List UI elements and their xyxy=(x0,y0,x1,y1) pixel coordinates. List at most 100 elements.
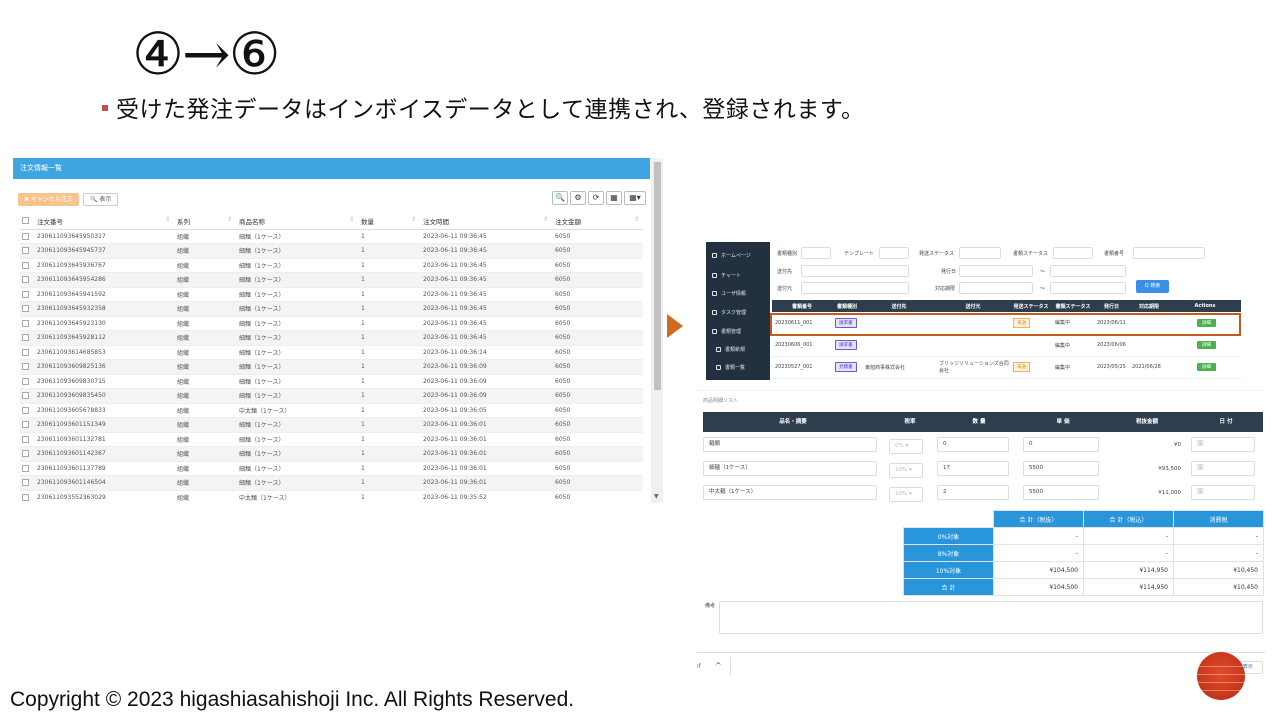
table-row[interactable]: 230611093645941592 組織 細麺（1ケース） 1 2023-06-11 … xyxy=(20,287,643,302)
issue-date-to[interactable] xyxy=(1050,265,1126,277)
price-input[interactable]: 0 xyxy=(1023,437,1099,452)
scroll-down-icon[interactable]: ▼ xyxy=(654,493,659,500)
sidebar-item-home[interactable]: ホームページ xyxy=(712,252,751,259)
table-row[interactable]: 230611093645928112 組織 細麺（1ケース） 1 2023-06-11 … xyxy=(20,330,643,346)
qty-input[interactable]: 17 xyxy=(937,461,1009,476)
item-name-input[interactable]: 細麺（1ケース） xyxy=(703,461,877,476)
table-cell: 組織 xyxy=(174,229,236,244)
table-row[interactable]: 230611093601146504 組織 細麺（1ケース） 1 2023-06-11 … xyxy=(20,475,643,491)
template-select[interactable] xyxy=(879,247,909,259)
row-checkbox[interactable] xyxy=(20,446,34,462)
table-row[interactable]: 230611093645954286 組織 細麺（1ケース） 1 2023-06-11 … xyxy=(20,272,643,288)
sidebar-item-new-doc[interactable]: 書類新規 xyxy=(716,346,745,353)
qty-input[interactable]: 0 xyxy=(937,437,1009,452)
sidebar-item-doc-list[interactable]: 書類一覧 xyxy=(716,364,745,371)
row-checkbox[interactable] xyxy=(20,490,34,503)
table-row[interactable]: 230611093601151349 組織 細麺（1ケース） 1 2023-06-11 … xyxy=(20,417,643,433)
chevron-up-icon[interactable]: ^ xyxy=(715,661,722,670)
item-name-input[interactable]: 中太麺（1ケース） xyxy=(703,485,877,500)
refresh-icon[interactable]: ⟳ xyxy=(588,191,604,205)
sidebar-item-docs[interactable]: 書類管理 xyxy=(712,328,741,335)
table-row[interactable]: 230611093601137789 組織 細麺（1ケース） 1 2023-06-11 … xyxy=(20,461,643,476)
row-checkbox[interactable] xyxy=(20,475,34,491)
row-checkbox[interactable] xyxy=(20,374,34,389)
row-checkbox[interactable] xyxy=(20,229,34,244)
row-checkbox[interactable] xyxy=(20,417,34,433)
sidebar-item-task[interactable]: タスク管理 xyxy=(712,309,746,316)
tax-rate-select[interactable]: 10% ▾ xyxy=(889,463,923,478)
detail-button[interactable]: 詳細 xyxy=(1197,363,1216,371)
price-input[interactable]: 5500 xyxy=(1023,461,1099,476)
table-row[interactable]: 230611093552363029 組織 中太麺（1ケース） 1 2023-06-11… xyxy=(20,490,643,503)
sidebar-item-chart[interactable]: チャート xyxy=(712,272,741,279)
table-row[interactable]: 230611093601132781 組織 細麺（1ケース） 1 2023-06-11 … xyxy=(20,432,643,447)
row-checkbox[interactable] xyxy=(20,287,34,302)
row-checkbox[interactable] xyxy=(20,388,34,404)
send-status-select[interactable] xyxy=(959,247,1001,259)
col-time[interactable]: 注文時間 ⇕ xyxy=(420,213,552,230)
order-toolbar: ✖ キャンセル注文 🔍 表示 xyxy=(18,193,119,206)
row-checkbox[interactable] xyxy=(20,345,34,360)
doc-status: 編集中 xyxy=(1052,334,1094,357)
row-checkbox[interactable] xyxy=(20,258,34,273)
col-qty[interactable]: 数量 ⇕ xyxy=(358,213,420,230)
row-checkbox[interactable] xyxy=(20,301,34,317)
detail-button[interactable]: 詳細 xyxy=(1197,341,1216,349)
table-row[interactable]: 230611093645945737 組織 細麺（1ケース） 1 2023-06-11 … xyxy=(20,243,643,259)
from-input[interactable] xyxy=(801,282,909,294)
table-row[interactable]: 230611093609835450 組織 細麺（1ケース） 1 2023-06-11 … xyxy=(20,388,643,404)
col-series[interactable]: 系列 ⇕ xyxy=(174,213,236,230)
item-name-input[interactable]: 麺類 xyxy=(703,437,877,452)
date-input[interactable]: 🗓 xyxy=(1191,461,1255,476)
row-checkbox[interactable] xyxy=(20,330,34,346)
row-checkbox[interactable] xyxy=(20,432,34,447)
table-row[interactable]: 230611093601142367 組織 細麺（1ケース） 1 2023-06-11 … xyxy=(20,446,643,462)
document-row[interactable]: 20230527_001 見積書 東旭商事株式会社 ブリッジソリューションズ合同会社未… xyxy=(772,356,1241,379)
search-icon[interactable]: 🔍 xyxy=(552,191,568,205)
row-checkbox[interactable] xyxy=(20,359,34,375)
table-cell: 2023-06-11 09:36:45 xyxy=(420,272,552,288)
row-checkbox[interactable] xyxy=(20,461,34,476)
tax-rate-select[interactable]: 0% ▾ xyxy=(889,439,923,454)
col-product[interactable]: 商品名称 ⇕ xyxy=(236,213,358,230)
doc-type-select[interactable] xyxy=(801,247,831,259)
table-row[interactable]: 230611093605678833 組織 中太麺（1ケース） 1 2023-06-11… xyxy=(20,403,643,418)
order-scrollbar-thumb[interactable] xyxy=(654,162,661,390)
cancel-order-button[interactable]: ✖ キャンセル注文 xyxy=(18,193,79,206)
columns-icon[interactable]: ▦ xyxy=(606,191,622,205)
settings-icon[interactable]: ⚙ xyxy=(570,191,586,205)
date-input[interactable]: 🗓 xyxy=(1191,485,1255,500)
table-row[interactable]: 230611093645936767 組織 細麺（1ケース） 1 2023-06-11 … xyxy=(20,258,643,273)
row-checkbox[interactable] xyxy=(20,403,34,418)
col-amount[interactable]: 注文金額 ⇕ xyxy=(552,213,643,230)
qty-input[interactable]: 2 xyxy=(937,485,1009,500)
table-row[interactable]: 230611093609825136 組織 細麺（1ケース） 1 2023-06-11 … xyxy=(20,359,643,375)
period-to[interactable] xyxy=(1050,282,1126,294)
table-row[interactable]: 230611093614685853 組織 細麺（1ケース） 1 2023-06-11 … xyxy=(20,345,643,360)
date-input[interactable]: 🗓 xyxy=(1191,437,1255,452)
select-all-checkbox[interactable] xyxy=(20,213,34,230)
issue-date-from[interactable] xyxy=(959,265,1033,277)
tax-rate-select[interactable]: 10% ▾ xyxy=(889,487,923,502)
table-row[interactable]: 230611093645923130 組織 細麺（1ケース） 1 2023-06-11 … xyxy=(20,316,643,331)
doc-status-select[interactable] xyxy=(1053,247,1093,259)
doc-no-input[interactable] xyxy=(1133,247,1205,259)
note-textarea[interactable] xyxy=(719,601,1263,634)
table-row[interactable]: 230611093645932358 組織 細麺（1ケース） 1 2023-06-11 … xyxy=(20,301,643,317)
search-button[interactable]: Q 検索 xyxy=(1136,280,1169,293)
table-row[interactable]: 230611093609830715 組織 細麺（1ケース） 1 2023-06-11 … xyxy=(20,374,643,389)
table-cell: 細麺（1ケース） xyxy=(236,432,358,447)
period-from[interactable] xyxy=(959,282,1033,294)
to-input[interactable] xyxy=(801,265,909,277)
document-row[interactable]: 20230606_001 請求書 編集中 2023/06/06 詳細 xyxy=(772,334,1241,357)
show-button[interactable]: 🔍 表示 xyxy=(82,193,119,206)
row-checkbox[interactable] xyxy=(20,243,34,259)
price-input[interactable]: 5500 xyxy=(1023,485,1099,500)
sidebar-item-user[interactable]: ユーザ情報 xyxy=(712,290,746,297)
grid-menu-icon[interactable]: ▦▾ xyxy=(624,191,646,205)
row-checkbox[interactable] xyxy=(20,272,34,288)
table-row[interactable]: 230611093645950317 組織 細麺（1ケース） 1 2023-06-11 … xyxy=(20,229,643,244)
table-cell: 1 xyxy=(358,301,420,317)
row-checkbox[interactable] xyxy=(20,316,34,331)
col-order-no[interactable]: 注文番号 ⇕ xyxy=(34,213,174,230)
